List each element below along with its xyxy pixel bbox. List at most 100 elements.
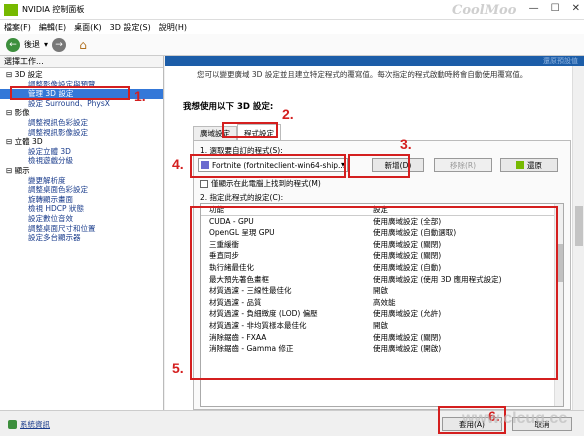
table-row[interactable]: 三重緩衝 使用廣域設定 (關閉) [201, 239, 563, 251]
home-icon[interactable]: ⌂ [76, 38, 90, 52]
restore-defaults-link[interactable]: 還原預設值 [543, 56, 578, 66]
feature-name: 材質過濾 - 三線性最佳化 [209, 286, 292, 296]
section-heading: 我想使用以下 3D 設定: [183, 102, 274, 112]
toolbar: ← 後退 ▾ → ⌂ [0, 34, 584, 56]
feature-value: 使用廣域設定 (全部) [373, 216, 442, 226]
feature-value: 使用廣域設定 (關閉) [373, 332, 442, 342]
feature-name: 垂直同步 [209, 251, 239, 261]
menu-help[interactable]: 說明(H) [159, 22, 187, 33]
table-row[interactable]: 材質過濾 - 負細緻度 (LOD) 偏壓 使用廣域設定 (允許) [201, 308, 563, 320]
table-header: 功能 設定 [201, 204, 563, 216]
table-scrollbar[interactable] [554, 204, 563, 406]
tree-category-video[interactable]: ⊟ 影像 [0, 108, 163, 118]
feature-name: 材質過濾 - 非均質樣本最佳化 [209, 320, 307, 330]
restore-button-label: 還原 [527, 160, 542, 170]
minimize-icon[interactable]: — [529, 3, 539, 14]
system-info-label: 系統資訊 [20, 420, 50, 429]
nvidia-restore-icon [516, 161, 524, 169]
feature-value: 使用廣域設定 (關閉) [373, 251, 442, 261]
tree-item-hdcp[interactable]: 檢視 HDCP 狀態 [0, 204, 163, 214]
menu-desktop[interactable]: 桌面(K) [74, 22, 102, 33]
feature-name: 最大預先著色畫框 [209, 274, 269, 284]
tree-item-rotate[interactable]: 旋轉顯示畫面 [0, 195, 163, 205]
feature-value: 高效能 [373, 297, 396, 307]
main-scroll-thumb[interactable] [575, 206, 583, 246]
show-found-programs-label: 僅顯示在此電腦上找到的程式(M) [211, 179, 321, 188]
table-row[interactable]: OpenGL 呈現 GPU 使用廣域設定 (自動選取) [201, 227, 563, 239]
feature-value: 使用廣域設定 (允許) [373, 309, 442, 319]
watermark-text: CoolMoo [452, 3, 517, 18]
annotation-number-1: 1. [134, 88, 146, 104]
show-found-programs-checkbox[interactable] [200, 179, 208, 188]
tree-item-setup-stereo[interactable]: 設定立體 3D [0, 147, 163, 157]
back-dropdown-icon[interactable]: ▾ [44, 40, 48, 49]
feature-value: 使用廣域設定 (自動選取) [373, 228, 457, 238]
system-info-link[interactable]: 系統資訊 [8, 419, 50, 430]
program-icon [201, 161, 209, 169]
annotation-number-4: 4. [172, 156, 184, 172]
annotation-number-5: 5. [172, 360, 184, 376]
table-scroll-thumb[interactable] [556, 244, 563, 282]
tree-item-desktop-size[interactable]: 調整桌面尺寸和位置 [0, 224, 163, 234]
feature-name: OpenGL 呈現 GPU [209, 228, 275, 238]
column-header-setting: 設定 [373, 205, 388, 214]
back-arrow-icon[interactable]: ← [6, 37, 20, 52]
table-row[interactable]: 最大預先著色畫框 使用廣域設定 (使用 3D 應用程式設定) [201, 274, 563, 286]
feature-name: 三重緩衝 [209, 239, 239, 249]
forward-arrow-icon[interactable]: → [52, 37, 67, 52]
maximize-icon[interactable]: ☐ [551, 3, 560, 14]
add-program-button[interactable]: 新增(D) [372, 158, 424, 172]
tree-item-multiple-displays[interactable]: 設定多台顯示器 [0, 233, 163, 243]
main-scrollbar[interactable] [572, 66, 584, 410]
table-row[interactable]: 材質過濾 - 品質 高效能 [201, 297, 563, 309]
back-button-label[interactable]: 後退 [24, 39, 40, 50]
page-description: 您可以變更廣域 3D 設定並且建立特定程式的覆寫值。每次指定的程式啟動時將會自動… [197, 70, 528, 79]
table-row[interactable]: CUDA - GPU 使用廣域設定 (全部) [201, 216, 563, 228]
feature-name: 消除鋸齒 - Gamma 修正 [209, 344, 294, 354]
restore-program-button[interactable]: 還原 [500, 158, 558, 172]
program-select-label: 1. 選取要自訂的程式(S): [200, 146, 283, 155]
close-icon[interactable]: ✕ [572, 3, 580, 14]
main-panel: 還原預設值 您可以變更廣域 3D 設定並且建立特定程式的覆寫值。每次指定的程式啟… [165, 56, 584, 410]
table-row[interactable]: 消除鋸齒 - Gamma 修正 使用廣域設定 (開啟) [201, 343, 563, 355]
feature-name: 執行緒最佳化 [209, 262, 254, 272]
title-bar: NVIDIA 控制面板 CoolMoo — ☐ ✕ [0, 0, 584, 20]
table-row[interactable]: 消除鋸齒 - FXAA 使用廣域設定 (關閉) [201, 332, 563, 344]
tree-item-desktop-color[interactable]: 調整桌面色彩設定 [0, 185, 163, 195]
features-label: 2. 指定此程式的設定(C): [200, 193, 284, 202]
tree-item-video-color[interactable]: 調整視訊色彩設定 [0, 118, 163, 128]
table-row[interactable]: 材質過濾 - 三線性最佳化 開啟 [201, 285, 563, 297]
program-select-dropdown[interactable]: Fortnite (fortniteclient-win64-ship... ▾ [198, 158, 348, 172]
menu-edit[interactable]: 編輯(E) [39, 22, 66, 33]
chevron-down-icon: ▾ [340, 160, 345, 169]
feature-value: 使用廣域設定 (自動) [373, 262, 442, 272]
tree-item-resolution[interactable]: 變更解析度 [0, 176, 163, 186]
system-info-icon [8, 420, 17, 429]
column-header-feature: 功能 [209, 205, 224, 214]
program-selected-value: Fortnite (fortniteclient-win64-ship... [212, 160, 346, 170]
show-found-programs-row: 僅顯示在此電腦上找到的程式(M) [200, 178, 321, 189]
tree-item-game-ratings[interactable]: 檢視遊戲分級 [0, 156, 163, 166]
tree-category-display[interactable]: ⊟ 顯示 [0, 166, 163, 176]
table-row[interactable]: 材質過濾 - 非均質樣本最佳化 開啟 [201, 320, 563, 332]
tab-program-settings[interactable]: 程式設定 [237, 124, 281, 140]
tree-category-3d[interactable]: ⊟ 3D 設定 [0, 70, 163, 80]
table-row[interactable]: 垂直同步 使用廣域設定 (關閉) [201, 250, 563, 262]
menu-file[interactable]: 檔案(F) [4, 22, 31, 33]
tree-item-digital-audio[interactable]: 設定數位音效 [0, 214, 163, 224]
tree-category-stereo[interactable]: ⊟ 立體 3D [0, 137, 163, 147]
add-button-label: 新增(D) [384, 160, 412, 170]
feature-value: 使用廣域設定 (關閉) [373, 239, 442, 249]
menu-bar: 檔案(F) 編輯(E) 桌面(K) 3D 設定(S) 說明(H) [0, 20, 584, 34]
tree-item-video-image[interactable]: 調整視訊影像設定 [0, 128, 163, 138]
tab-global-settings[interactable]: 廣域設定 [193, 126, 237, 140]
sidebar-header: 選擇工作... [0, 56, 163, 68]
table-row[interactable]: 執行緒最佳化 使用廣域設定 (自動) [201, 262, 563, 274]
feature-name: CUDA - GPU [209, 216, 254, 226]
remove-program-button[interactable]: 移除(R) [434, 158, 492, 172]
feature-name: 材質過濾 - 負細緻度 (LOD) 偏壓 [209, 309, 318, 319]
menu-3d-settings[interactable]: 3D 設定(S) [110, 22, 151, 33]
feature-name: 材質過濾 - 品質 [209, 297, 262, 307]
header-bar: 還原預設值 [165, 56, 584, 66]
nvidia-logo-icon [4, 3, 18, 16]
